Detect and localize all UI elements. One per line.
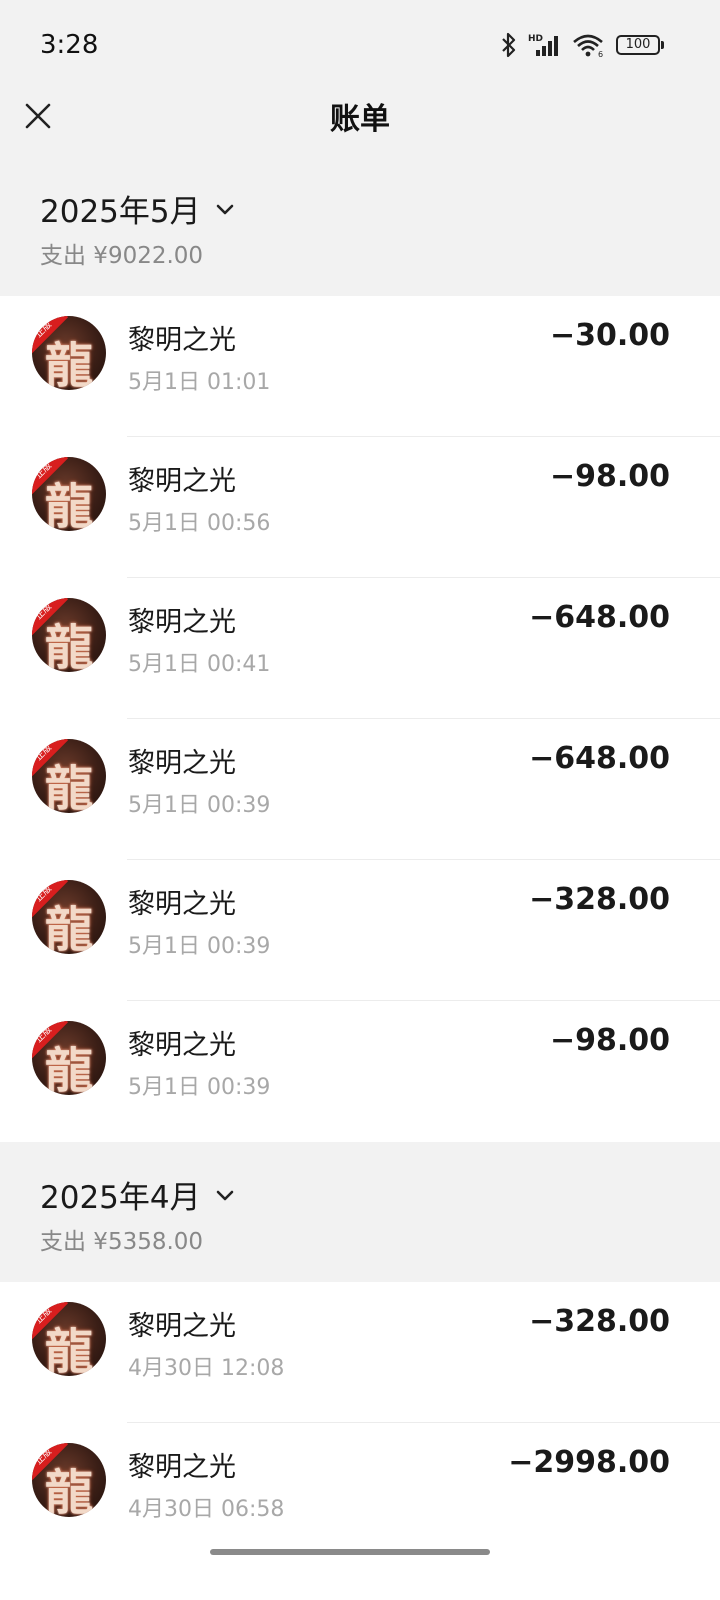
transaction-time: 5月1日 00:56 <box>128 511 271 536</box>
transaction-merchant: 黎明之光 <box>128 1030 236 1061</box>
transaction-time: 5月1日 00:39 <box>128 793 271 818</box>
transaction-time: 5月1日 00:39 <box>128 934 271 959</box>
transaction-row[interactable]: 龍正版 黎明之光 4月30日 12:08 −328.00 <box>0 1282 720 1423</box>
month-expense-summary: 支出 ¥9022.00 <box>40 243 204 269</box>
status-bar: 3:28 HD 6 100 <box>0 0 720 90</box>
transaction-row[interactable]: 龍正版 黎明之光 5月1日 00:39 −648.00 <box>0 719 720 860</box>
month-label: 2025年4月 <box>40 1180 201 1216</box>
transaction-amount: −328.00 <box>529 882 670 917</box>
transaction-merchant: 黎明之光 <box>128 1452 236 1483</box>
transaction-row[interactable]: 龍正版 黎明之光 4月30日 06:58 −2998.00 <box>0 1423 720 1564</box>
transaction-merchant: 黎明之光 <box>128 607 236 638</box>
transaction-row[interactable]: 龍正版 黎明之光 5月1日 00:56 −98.00 <box>0 437 720 578</box>
svg-text:6: 6 <box>598 50 603 58</box>
chevron-down-icon <box>216 1190 233 1200</box>
app-avatar: 龍正版 <box>32 880 106 954</box>
transaction-amount: −30.00 <box>549 318 670 353</box>
transaction-amount: −2998.00 <box>508 1445 670 1480</box>
transaction-merchant: 黎明之光 <box>128 1311 236 1342</box>
bluetooth-icon <box>502 32 516 58</box>
transaction-row[interactable]: 龍正版 黎明之光 5月1日 01:01 −30.00 <box>0 296 720 437</box>
month-selector[interactable]: 2025年5月 <box>40 186 235 231</box>
battery-level: 100 <box>616 35 660 55</box>
nav-bar: 账单 <box>0 90 720 158</box>
transaction-row[interactable]: 龍正版 黎明之光 5月1日 00:41 −648.00 <box>0 578 720 719</box>
battery-icon: 100 <box>616 35 664 55</box>
transaction-merchant: 黎明之光 <box>128 325 236 356</box>
transaction-time: 4月30日 12:08 <box>128 1356 285 1381</box>
month-expense-summary: 支出 ¥5358.00 <box>40 1229 204 1255</box>
page-title: 账单 <box>330 102 390 137</box>
chevron-down-icon <box>216 204 233 214</box>
month-header: 2025年5月支出 ¥9022.00 <box>0 156 720 296</box>
app-avatar: 龍正版 <box>32 739 106 813</box>
app-avatar: 龍正版 <box>32 598 106 672</box>
app-avatar: 龍正版 <box>32 316 106 390</box>
transaction-merchant: 黎明之光 <box>128 889 236 920</box>
wifi-icon: 6 <box>573 34 603 58</box>
transaction-merchant: 黎明之光 <box>128 466 236 497</box>
app-avatar: 龍正版 <box>32 1302 106 1376</box>
transaction-time: 5月1日 00:39 <box>128 1075 271 1100</box>
month-header: 2025年4月支出 ¥5358.00 <box>0 1142 720 1282</box>
transaction-amount: −98.00 <box>549 459 670 494</box>
transaction-time: 4月30日 06:58 <box>128 1497 285 1522</box>
transaction-amount: −98.00 <box>549 1023 670 1058</box>
app-avatar: 龍正版 <box>32 1021 106 1095</box>
status-icons: HD 6 100 <box>500 30 664 60</box>
svg-text:HD: HD <box>528 34 543 44</box>
home-indicator[interactable] <box>210 1549 490 1555</box>
month-selector[interactable]: 2025年4月 <box>40 1172 235 1217</box>
transaction-time: 5月1日 00:41 <box>128 652 271 677</box>
transaction-row[interactable]: 龍正版 黎明之光 5月1日 00:39 −328.00 <box>0 860 720 1001</box>
hd-signal-icon: HD <box>528 34 558 56</box>
transaction-amount: −648.00 <box>529 741 670 776</box>
transaction-merchant: 黎明之光 <box>128 748 236 779</box>
transaction-amount: −328.00 <box>529 1304 670 1339</box>
transaction-amount: −648.00 <box>529 600 670 635</box>
month-label: 2025年5月 <box>40 194 201 230</box>
app-avatar: 龍正版 <box>32 1443 106 1517</box>
transaction-row[interactable]: 龍正版 黎明之光 5月1日 00:39 −98.00 <box>0 1001 720 1142</box>
status-time: 3:28 <box>40 30 99 60</box>
transaction-time: 5月1日 01:01 <box>128 370 271 395</box>
app-avatar: 龍正版 <box>32 457 106 531</box>
